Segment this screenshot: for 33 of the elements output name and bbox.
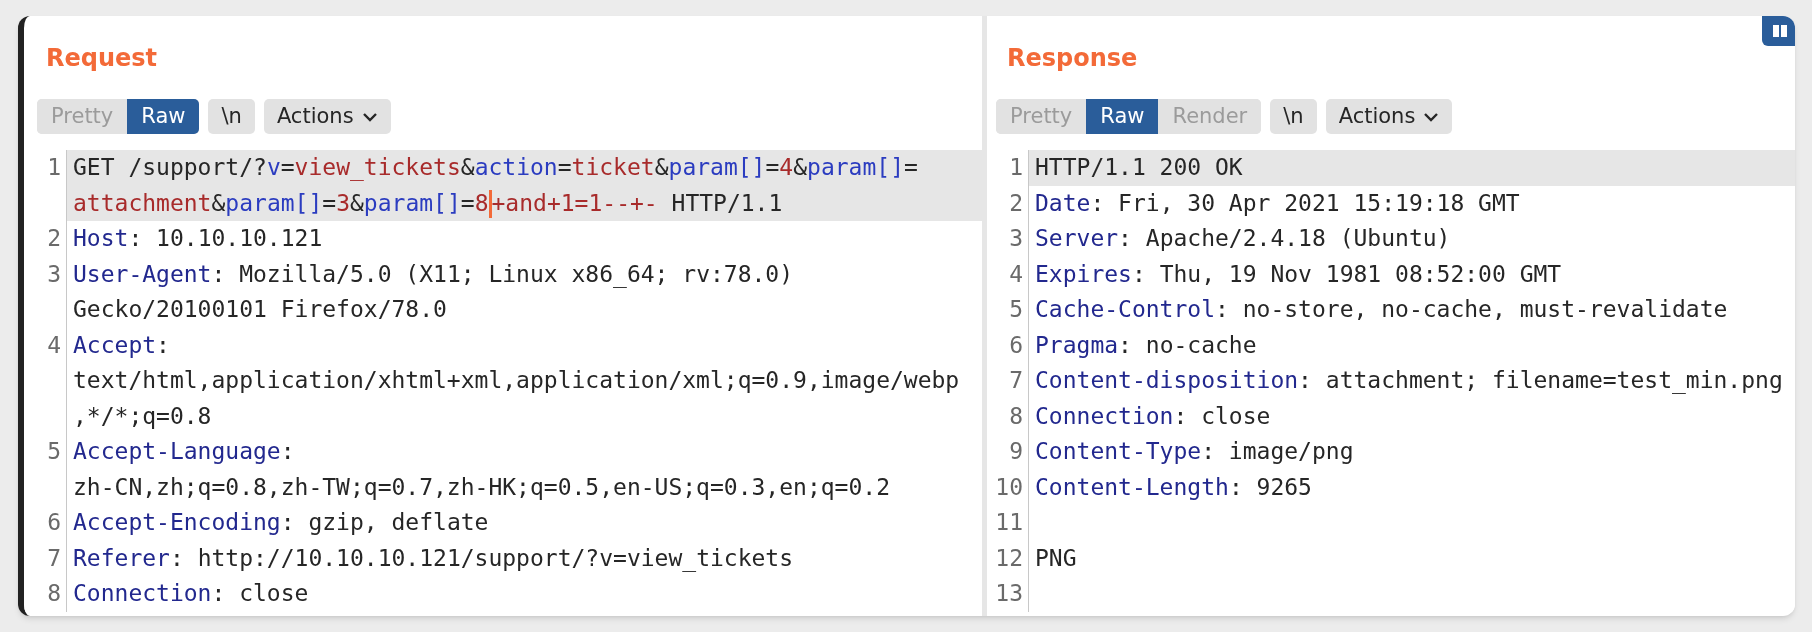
line-number: 5 xyxy=(47,438,61,464)
chevron-down-icon xyxy=(1423,111,1440,122)
newline-toggle-button[interactable]: \n xyxy=(1270,99,1317,134)
chevron-down-icon xyxy=(361,111,378,122)
line-number: 13 xyxy=(995,580,1023,606)
line-number: 12 xyxy=(995,544,1023,571)
line-number: 2 xyxy=(47,225,61,251)
line-number: 7 xyxy=(47,544,61,571)
line-number: 4 xyxy=(47,331,61,358)
line-number: 6 xyxy=(1009,331,1023,358)
line-number: 5 xyxy=(1009,296,1023,322)
layout-toggle-button[interactable] xyxy=(1762,16,1795,46)
line-number: 4 xyxy=(1009,260,1023,287)
line-number: 2 xyxy=(1009,189,1023,216)
actions-menu-button[interactable]: Actions xyxy=(1325,99,1453,134)
line-number: 6 xyxy=(47,509,61,535)
actions-menu-button[interactable]: Actions xyxy=(263,99,391,134)
pane-title: Request xyxy=(46,42,158,74)
newline-toggle-button[interactable]: \n xyxy=(208,99,255,134)
columns-icon xyxy=(1771,24,1790,38)
line-number: 8 xyxy=(1009,402,1023,429)
line-number: 11 xyxy=(995,509,1023,535)
line-number: 8 xyxy=(47,580,61,606)
line-number: 7 xyxy=(1009,367,1023,393)
line-number: 1 xyxy=(47,154,61,180)
line-number: 3 xyxy=(47,260,61,287)
line-number: 10 xyxy=(995,473,1023,500)
pane-title: Response xyxy=(1007,42,1138,74)
view-tab[interactable]: Raw xyxy=(127,99,200,134)
line-number: 3 xyxy=(1009,225,1023,251)
line-number: 9 xyxy=(1009,438,1023,464)
line-number: 1 xyxy=(1009,154,1023,180)
view-tab[interactable]: Raw xyxy=(1086,99,1159,134)
